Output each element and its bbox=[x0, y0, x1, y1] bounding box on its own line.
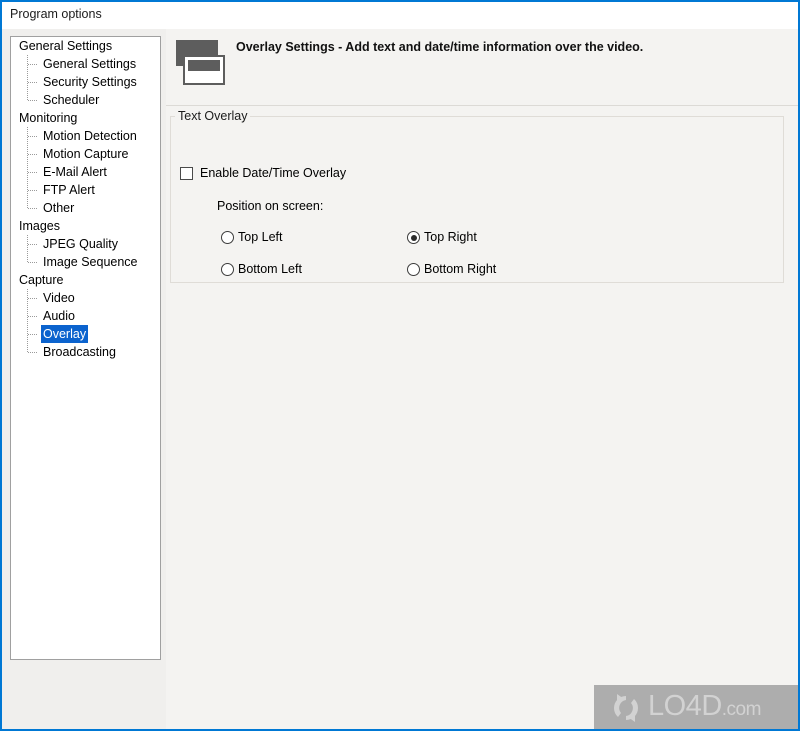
tree-connector-horizontal bbox=[28, 262, 38, 263]
tree-connector-horizontal bbox=[28, 64, 38, 65]
sidebar-item-general-settings[interactable]: General Settings bbox=[11, 55, 160, 73]
lo4d-logo-icon bbox=[613, 694, 639, 722]
sidebar-item-capture[interactable]: Capture bbox=[11, 271, 160, 289]
sidebar-item-other[interactable]: Other bbox=[11, 199, 160, 217]
sidebar-item-label: General Settings bbox=[43, 57, 137, 71]
lo4d-watermark-text: LO4D.com bbox=[648, 691, 761, 725]
settings-tree[interactable]: General Settings General Settings Security… bbox=[10, 36, 161, 660]
sidebar-item-label: Security Settings bbox=[43, 75, 137, 89]
lo4d-watermark: LO4D.com bbox=[594, 685, 798, 729]
radio-circle-icon[interactable] bbox=[407, 231, 420, 244]
window-client-area: General Settings General Settings Security… bbox=[2, 29, 798, 729]
window-title: Program options bbox=[10, 7, 102, 21]
tree-connector-horizontal bbox=[28, 334, 38, 335]
overlay-icon-front-frame bbox=[183, 55, 225, 85]
sidebar-item-images[interactable]: Images bbox=[11, 217, 160, 235]
position-on-screen-label: Position on screen: bbox=[217, 199, 324, 213]
tree-connector-horizontal bbox=[28, 100, 38, 101]
overlay-icon-title-bar bbox=[188, 60, 220, 71]
tree-connector-horizontal bbox=[28, 244, 38, 245]
sidebar-item-scheduler[interactable]: Scheduler bbox=[11, 91, 160, 109]
settings-detail-pane: Overlay Settings - Add text and date/tim… bbox=[166, 29, 798, 729]
sidebar-item-label: Image Sequence bbox=[43, 255, 138, 269]
sidebar-item-security-settings[interactable]: Security Settings bbox=[11, 73, 160, 91]
sidebar-item-label: Motion Capture bbox=[43, 147, 129, 161]
program-options-window: Program options General Settings General … bbox=[0, 0, 800, 731]
sidebar-item-ftp-alert[interactable]: FTP Alert bbox=[11, 181, 160, 199]
sidebar-item-label: Images bbox=[19, 219, 60, 233]
lo4d-watermark-suffix: .com bbox=[721, 699, 762, 720]
sidebar-item-label: FTP Alert bbox=[43, 183, 95, 197]
radio-bottom-right-label: Bottom Right bbox=[424, 262, 497, 276]
tree-connector-horizontal bbox=[28, 172, 38, 173]
sidebar-item-label: Scheduler bbox=[43, 93, 100, 107]
tree-connector-horizontal bbox=[28, 208, 38, 209]
tree-connector-vertical bbox=[27, 91, 28, 100]
lo4d-watermark-name: LO4D bbox=[648, 690, 722, 722]
sidebar-item-label: Monitoring bbox=[19, 111, 78, 125]
tree-connector-vertical bbox=[27, 199, 28, 208]
radio-top-right-label: Top Right bbox=[424, 230, 477, 244]
overlay-windows-icon bbox=[172, 38, 232, 90]
text-overlay-group: Text Overlay Enable Date/Time Overlay Po… bbox=[170, 109, 784, 283]
tree-connector-horizontal bbox=[28, 298, 38, 299]
sidebar-item-label: General Settings bbox=[19, 39, 113, 53]
text-overlay-group-label: Text Overlay bbox=[175, 109, 251, 123]
sidebar-item-monitoring[interactable]: Monitoring bbox=[11, 109, 160, 127]
sidebar-item-overlay[interactable]: Overlay bbox=[11, 325, 160, 343]
tree-connector-horizontal bbox=[28, 82, 38, 83]
sidebar-item-jpeg-quality[interactable]: JPEG Quality bbox=[11, 235, 160, 253]
tree-connector-horizontal bbox=[28, 190, 38, 191]
sidebar-item-audio[interactable]: Audio bbox=[11, 307, 160, 325]
sidebar-item-label: Audio bbox=[43, 309, 75, 323]
sidebar-item-label: Motion Detection bbox=[43, 129, 137, 143]
sidebar-item-image-sequence[interactable]: Image Sequence bbox=[11, 253, 160, 271]
sidebar-item-e-mail-alert[interactable]: E-Mail Alert bbox=[11, 163, 160, 181]
radio-bottom-left-label: Bottom Left bbox=[238, 262, 302, 276]
enable-datetime-overlay-label: Enable Date/Time Overlay bbox=[200, 166, 347, 180]
title-bar: Program options bbox=[2, 2, 798, 29]
sidebar-item-label: Broadcasting bbox=[43, 345, 116, 359]
sidebar-item-label: Other bbox=[43, 201, 75, 215]
sidebar-item-label: Capture bbox=[19, 273, 64, 287]
sidebar-item-label: Overlay bbox=[41, 325, 89, 343]
sidebar-item-label: JPEG Quality bbox=[43, 237, 119, 251]
radio-circle-icon[interactable] bbox=[221, 263, 234, 276]
sidebar-item-motion-capture[interactable]: Motion Capture bbox=[11, 145, 160, 163]
sidebar-item-general-settings[interactable]: General Settings bbox=[11, 37, 160, 55]
page-header: Overlay Settings - Add text and date/tim… bbox=[166, 29, 798, 106]
radio-selected-dot bbox=[410, 234, 417, 241]
sidebar-item-broadcasting[interactable]: Broadcasting bbox=[11, 343, 160, 361]
tree-connector-vertical bbox=[27, 343, 28, 352]
radio-circle-icon[interactable] bbox=[221, 231, 234, 244]
checkbox-box-icon[interactable] bbox=[180, 167, 193, 180]
radio-top-left-label: Top Left bbox=[238, 230, 283, 244]
radio-circle-icon[interactable] bbox=[407, 263, 420, 276]
page-title: Overlay Settings - Add text and date/tim… bbox=[236, 40, 644, 54]
tree-connector-horizontal bbox=[28, 352, 38, 353]
tree-connector-vertical bbox=[27, 253, 28, 262]
sidebar-item-motion-detection[interactable]: Motion Detection bbox=[11, 127, 160, 145]
tree-connector-horizontal bbox=[28, 136, 38, 137]
sidebar-item-label: E-Mail Alert bbox=[43, 165, 107, 179]
tree-connector-horizontal bbox=[28, 316, 38, 317]
sidebar-item-label: Video bbox=[43, 291, 75, 305]
sidebar-item-video[interactable]: Video bbox=[11, 289, 160, 307]
tree-connector-horizontal bbox=[28, 154, 38, 155]
